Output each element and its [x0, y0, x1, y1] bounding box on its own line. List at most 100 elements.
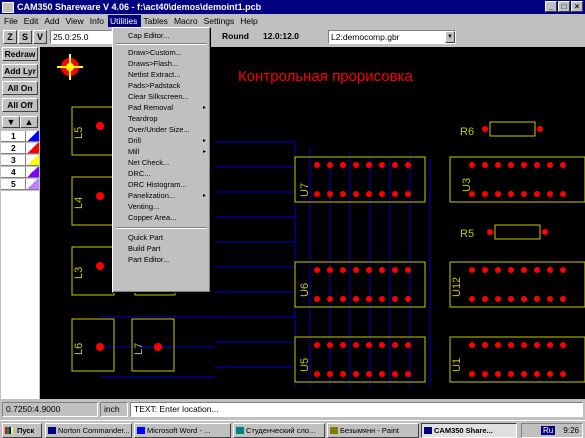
menu-drc-histogram[interactable]: DRC Histogram... — [128, 180, 208, 190]
pad — [340, 191, 346, 197]
menu-cap-editor[interactable]: Cap Editor... — [128, 31, 208, 41]
pad — [405, 267, 411, 273]
minimize-button[interactable]: _ — [545, 1, 557, 12]
menu-build-part[interactable]: Build Part — [128, 244, 208, 254]
menu-panelization[interactable]: Panelization... ▸ — [128, 191, 208, 201]
layer-row-5[interactable]: 5 — [1, 179, 39, 190]
add-layer-button[interactable]: Add Lyr — [2, 64, 38, 78]
ic-outlines — [294, 121, 585, 383]
pad — [405, 296, 411, 302]
pad — [482, 296, 488, 302]
menu-help[interactable]: Help — [238, 15, 261, 27]
start-button[interactable]: Пуск — [2, 423, 42, 438]
task-paint[interactable]: Безымянн - Paint — [327, 423, 419, 438]
pad — [534, 162, 540, 168]
chevron-down-icon[interactable]: ▼ — [445, 31, 455, 43]
all-off-button[interactable]: All Off — [2, 98, 38, 112]
menu-draw-custom[interactable]: Draw>Custom... — [128, 48, 208, 58]
menu-drill[interactable]: Drill ▸ — [128, 136, 208, 146]
language-indicator[interactable]: Ru — [540, 426, 556, 435]
label-L4: L4 — [73, 197, 85, 209]
pad — [327, 296, 333, 302]
layer-row-1[interactable]: 1 — [1, 131, 39, 142]
menu-drill-label: Drill — [128, 136, 141, 145]
menu-view[interactable]: View — [63, 15, 87, 27]
pad — [314, 342, 320, 348]
menu-copper-area[interactable]: Copper Area... — [128, 213, 208, 223]
layer-row-3[interactable]: 3 — [1, 155, 39, 166]
canvas-title: Контрольная прорисовка — [238, 68, 413, 85]
menu-teardrop[interactable]: Teardrop — [128, 114, 208, 124]
pad — [392, 162, 398, 168]
layer-color-swatch[interactable] — [25, 131, 39, 142]
menu-draws-flash[interactable]: Draws>Flash... — [128, 59, 208, 69]
aperture-size[interactable]: 12.0:12.0 — [263, 30, 325, 44]
layer-select[interactable]: L2:democomp.gbr ▼ — [328, 30, 456, 44]
aperture-shape[interactable]: Round — [222, 30, 262, 44]
clock: 9:26 — [563, 426, 579, 435]
zoom-button[interactable]: Z — [3, 30, 17, 44]
app-icon[interactable] — [2, 1, 14, 13]
menu-pad-removal[interactable]: Pad Removal ▸ — [128, 103, 208, 113]
coordinate-field[interactable]: 25.0:25.0 — [50, 30, 112, 44]
menu-drc[interactable]: DRC... — [128, 169, 208, 179]
pad — [482, 371, 488, 377]
pad — [534, 342, 540, 348]
task-cam350[interactable]: CAM350 Share... — [421, 423, 517, 438]
view-button[interactable]: V — [33, 30, 47, 44]
menu-macro[interactable]: Macro — [172, 15, 202, 27]
menu-tables[interactable]: Tables — [141, 15, 172, 27]
task-microsoft-word[interactable]: Microsoft Word - ... — [134, 423, 231, 438]
pad — [534, 371, 540, 377]
layer-color-swatch[interactable] — [25, 143, 39, 154]
redraw-button[interactable]: Redraw — [2, 47, 38, 61]
label-U1: U1 — [451, 358, 463, 372]
pad — [353, 371, 359, 377]
pad — [469, 191, 475, 197]
menu-part-editor[interactable]: Part Editor... — [128, 255, 208, 265]
scroll-up-button[interactable]: ▲ — [20, 116, 38, 128]
layer-color-swatch[interactable] — [25, 167, 39, 178]
pad — [547, 342, 553, 348]
pad — [521, 371, 527, 377]
pad — [482, 191, 488, 197]
layer-number: 3 — [1, 155, 25, 166]
menu-netlist-extract[interactable]: Netlist Extract... — [128, 70, 208, 80]
menu-pads-padstack[interactable]: Pads>Padstack — [128, 81, 208, 91]
layer-color-swatch[interactable] — [25, 155, 39, 166]
paint-icon — [330, 427, 338, 434]
menu-venting[interactable]: Venting... — [128, 202, 208, 212]
submenu-arrow-icon: ▸ — [202, 138, 206, 144]
pad — [547, 191, 553, 197]
title-bar[interactable]: CAM350 Shareware V 4.06 - f:\act40\demos… — [0, 0, 585, 14]
pad — [327, 162, 333, 168]
task-dictionary[interactable]: Студенческий сло... — [233, 423, 325, 438]
task-norton-commander[interactable]: Norton Commander... — [45, 423, 132, 438]
layer-color-swatch[interactable] — [25, 179, 39, 190]
pad — [560, 191, 566, 197]
menu-mill[interactable]: Mill ▸ — [128, 147, 208, 157]
maximize-button[interactable]: □ — [558, 1, 570, 12]
layer-row-4[interactable]: 4 — [1, 167, 39, 178]
close-button[interactable]: × — [571, 1, 583, 12]
pad — [508, 371, 514, 377]
menu-clear-silkscreen[interactable]: Clear Silkscreen... — [128, 92, 208, 102]
scroll-down-button[interactable]: ▼ — [2, 116, 20, 128]
menu-utilities[interactable]: Utilities — [107, 14, 142, 27]
menu-net-check[interactable]: Net Check... — [128, 158, 208, 168]
snap-button[interactable]: S — [18, 30, 32, 44]
pad — [482, 126, 488, 132]
menu-file[interactable]: File — [2, 15, 22, 27]
all-on-button[interactable]: All On — [2, 81, 38, 95]
pad — [547, 371, 553, 377]
pad — [495, 296, 501, 302]
pad — [327, 267, 333, 273]
menu-add[interactable]: Add — [42, 15, 63, 27]
pad — [353, 342, 359, 348]
layer-row-2[interactable]: 2 — [1, 143, 39, 154]
menu-edit[interactable]: Edit — [22, 15, 43, 27]
menu-quick-part[interactable]: Quick Part — [128, 233, 208, 243]
menu-over-under-size[interactable]: Over/Under Size... — [128, 125, 208, 135]
menu-info[interactable]: Info — [88, 15, 108, 27]
menu-settings[interactable]: Settings — [202, 15, 239, 27]
